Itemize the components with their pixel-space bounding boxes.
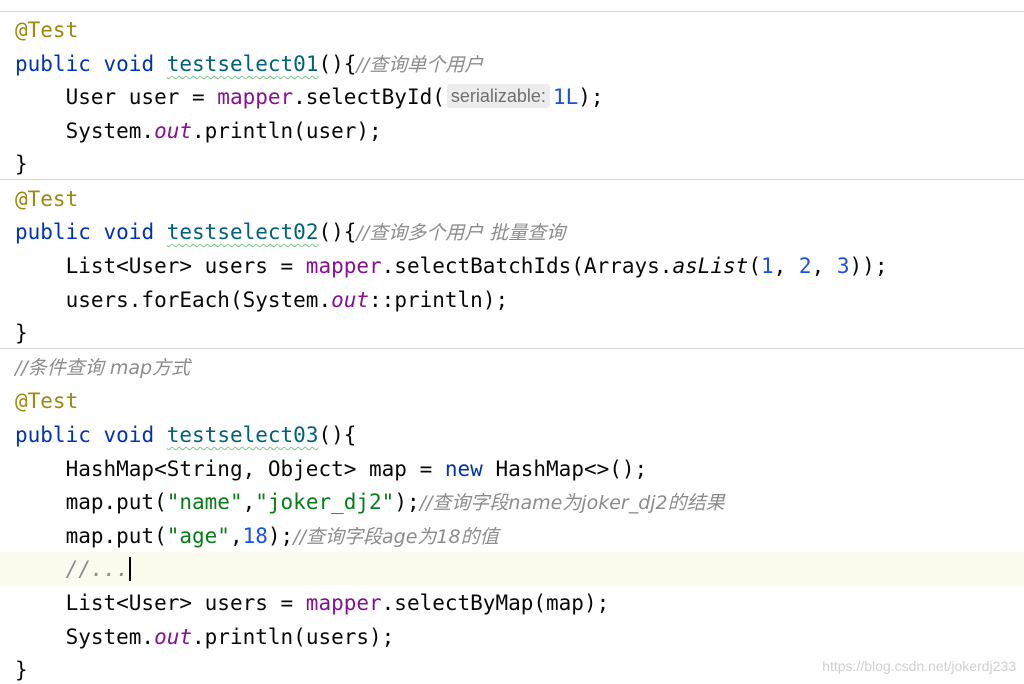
- code-comment: //查询字段age为18的值: [293, 526, 499, 548]
- watermark: https://blog.csdn.net/jokerdj233: [822, 658, 1016, 674]
- code-text: ,: [229, 524, 243, 548]
- field-out: out: [154, 625, 193, 649]
- closing-brace: }: [15, 321, 28, 345]
- code-text: );: [267, 524, 294, 548]
- code-line-14[interactable]: HashMap<String, Object> map = new HashMa…: [15, 452, 648, 486]
- annotation-test: @Test: [15, 389, 79, 413]
- field-out: out: [331, 288, 370, 312]
- method-separator: [0, 348, 1024, 349]
- code-line-9[interactable]: users.forEach(System.out::println);: [15, 283, 509, 317]
- code-text: ::println);: [369, 288, 509, 312]
- current-line-highlight: [0, 552, 1024, 585]
- code-line-8[interactable]: List<User> users = mapper.selectBatchIds…: [15, 249, 888, 283]
- code-text: System.: [65, 625, 155, 649]
- number-literal: 18: [242, 524, 268, 548]
- code-text: );: [394, 490, 420, 514]
- code-comment: //查询单个用户: [356, 54, 484, 76]
- code-text: users.forEach(System.: [65, 288, 332, 312]
- string-literal: "joker_dj2": [255, 490, 395, 514]
- text-caret: [128, 557, 131, 581]
- field-mapper: mapper: [305, 591, 382, 615]
- keyword-public: public: [15, 423, 91, 447]
- method-open: (){: [318, 52, 357, 76]
- code-text: .selectById(: [293, 85, 445, 109]
- keyword-void: void: [103, 423, 155, 447]
- keyword-void: void: [103, 220, 155, 244]
- method-name: testselect03: [166, 423, 319, 447]
- code-line-11[interactable]: //条件查询 map方式: [15, 350, 190, 384]
- code-line-16[interactable]: map.put("age",18);//查询字段age为18的值: [15, 519, 499, 553]
- code-text: .println(user);: [192, 119, 382, 143]
- field-out: out: [154, 119, 193, 143]
- method-name: testselect01: [166, 52, 319, 76]
- code-line-17[interactable]: //...: [15, 552, 131, 586]
- code-text: List<User> users =: [65, 254, 306, 278]
- code-line-13[interactable]: public void testselect03(){: [15, 418, 356, 452]
- code-line-3[interactable]: User user = mapper.selectById(serializab…: [15, 80, 604, 114]
- code-comment: //...: [65, 557, 129, 581]
- editor-top-border: [0, 11, 1024, 12]
- code-text: ,: [242, 490, 256, 514]
- closing-brace: }: [15, 152, 28, 176]
- annotation-test: @Test: [15, 187, 79, 211]
- code-text: (: [748, 254, 761, 278]
- code-text: List<User> users =: [65, 591, 306, 615]
- code-text: .println(users);: [192, 625, 395, 649]
- code-text: map.put(: [65, 524, 167, 548]
- number-literal: 2: [798, 254, 812, 278]
- code-line-4[interactable]: System.out.println(user);: [15, 114, 382, 148]
- code-text: ,: [773, 254, 799, 278]
- code-text: ,: [811, 254, 837, 278]
- code-text: .selectByMap(map);: [381, 591, 610, 615]
- code-text: );: [578, 85, 604, 109]
- keyword-new: new: [444, 457, 483, 481]
- code-text: User user =: [65, 85, 218, 109]
- method-open: (){: [318, 423, 357, 447]
- code-line-15[interactable]: map.put("name","joker_dj2");//查询字段name为j…: [15, 485, 725, 519]
- string-literal: "name": [166, 490, 243, 514]
- static-method-aslist: asList: [672, 254, 749, 278]
- number-literal: 1L: [552, 85, 579, 109]
- code-line-18[interactable]: List<User> users = mapper.selectByMap(ma…: [15, 586, 610, 620]
- annotation-test: @Test: [15, 18, 79, 42]
- keyword-void: void: [103, 52, 155, 76]
- method-name: testselect02: [166, 220, 319, 244]
- string-literal: "age": [166, 524, 230, 548]
- code-line-20[interactable]: }: [15, 653, 28, 684]
- field-mapper: mapper: [217, 85, 294, 109]
- method-separator: [0, 179, 1024, 180]
- code-line-7[interactable]: public void testselect02(){//查询多个用户 批量查询: [15, 215, 565, 249]
- code-comment: //查询多个用户 批量查询: [356, 222, 566, 244]
- parameter-hint: serializable:: [446, 84, 550, 108]
- code-line-2[interactable]: public void testselect01(){//查询单个用户: [15, 47, 483, 81]
- code-text: .selectBatchIds(Arrays.: [381, 254, 673, 278]
- code-text: map.put(: [65, 490, 167, 514]
- code-text: ));: [849, 254, 888, 278]
- keyword-public: public: [15, 220, 91, 244]
- code-comment: //查询字段name为joker_dj2的结果: [419, 492, 725, 514]
- number-literal: 3: [836, 254, 850, 278]
- code-editor[interactable]: @Test public void testselect01(){//查询单个用…: [0, 0, 1024, 684]
- code-text: HashMap<>();: [482, 457, 648, 481]
- keyword-public: public: [15, 52, 91, 76]
- code-line-12[interactable]: @Test: [15, 384, 78, 418]
- field-mapper: mapper: [305, 254, 382, 278]
- code-comment: //条件查询 map方式: [15, 357, 191, 379]
- code-text: System.: [65, 119, 155, 143]
- code-line-10[interactable]: }: [15, 316, 28, 350]
- code-line-6[interactable]: @Test: [15, 182, 78, 216]
- code-line-1[interactable]: @Test: [15, 13, 78, 47]
- code-line-19[interactable]: System.out.println(users);: [15, 620, 395, 654]
- number-literal: 1: [760, 254, 774, 278]
- method-open: (){: [318, 220, 357, 244]
- code-line-5[interactable]: }: [15, 147, 28, 181]
- code-text: HashMap<String, Object> map =: [65, 457, 445, 481]
- closing-brace: }: [15, 658, 28, 682]
